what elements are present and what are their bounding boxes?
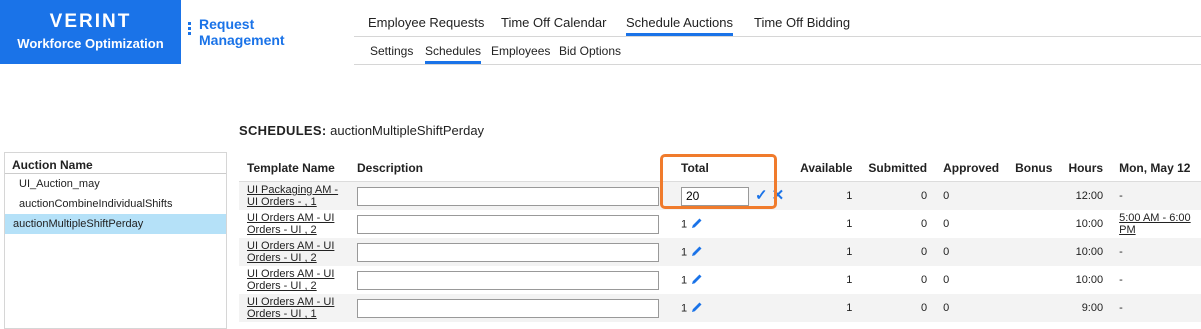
- subtab-bid-options[interactable]: Bid Options: [559, 44, 621, 58]
- mon-cell: -: [1111, 294, 1201, 322]
- col-bonus: Bonus: [1007, 155, 1061, 182]
- table-row: UI Orders AM - UI Orders - UI , 1 1 1 0 …: [239, 294, 1201, 322]
- mon-cell[interactable]: 5:00 AM - 6:00 PM: [1111, 210, 1201, 238]
- col-template-name: Template Name: [239, 155, 349, 182]
- pencil-icon[interactable]: [691, 245, 703, 260]
- col-hours: Hours: [1060, 155, 1112, 182]
- available-cell: 1: [792, 294, 861, 322]
- auction-list: Auction Name UI_Auction_may auctionCombi…: [4, 152, 227, 329]
- template-name-link[interactable]: UI Orders AM - UI Orders - UI , 2: [247, 268, 341, 292]
- col-submitted: Submitted: [860, 155, 936, 182]
- approved-cell: 0: [935, 294, 1008, 322]
- pencil-icon[interactable]: [691, 301, 703, 316]
- approved-cell: 0: [943, 274, 950, 286]
- template-name-link[interactable]: UI Packaging AM - UI Orders - , 1: [247, 184, 341, 208]
- available-cell: 1: [792, 181, 861, 210]
- verint-logo: VERINT: [49, 11, 132, 32]
- subtab-employees[interactable]: Employees: [491, 44, 550, 58]
- menu-dots-icon[interactable]: [188, 22, 191, 37]
- shift-time-link[interactable]: 5:00 AM - 6:00 PM: [1119, 212, 1191, 236]
- hours-cell: 10:00: [1075, 274, 1104, 286]
- tab-time-off-calendar[interactable]: Time Off Calendar: [501, 15, 607, 30]
- bonus-cell: [1007, 294, 1061, 322]
- total-value: 1: [681, 245, 688, 258]
- template-name-link[interactable]: UI Orders AM - UI Orders - UI , 2: [247, 212, 341, 236]
- tab-employee-requests[interactable]: Employee Requests: [368, 15, 484, 30]
- mon-cell: -: [1111, 238, 1201, 266]
- total-value: 1: [681, 217, 688, 230]
- approved-cell: 0: [935, 181, 1008, 210]
- auction-list-header: Auction Name: [5, 153, 226, 174]
- subtab-settings[interactable]: Settings: [370, 44, 413, 58]
- table-row: UI Orders AM - UI Orders - UI , 2 1 1 0 …: [239, 210, 1201, 238]
- tab-time-off-bidding[interactable]: Time Off Bidding: [754, 15, 850, 30]
- module-title-line2: Management: [199, 32, 285, 48]
- description-input[interactable]: [357, 242, 659, 262]
- template-name-link[interactable]: UI Orders AM - UI Orders - UI , 1: [247, 296, 341, 320]
- brand-block: VERINT Workforce Optimization: [0, 0, 181, 64]
- approved-cell: 0: [935, 238, 1008, 266]
- available-cell: 1: [792, 238, 861, 266]
- description-input[interactable]: [357, 214, 659, 234]
- available-cell: 1: [846, 274, 853, 286]
- col-mon-may-12: Mon, May 12: [1111, 155, 1201, 182]
- bonus-cell: [1007, 238, 1061, 266]
- mon-cell: -: [1111, 181, 1201, 210]
- col-approved: Approved: [935, 155, 1008, 182]
- table-row: UI Orders AM - UI Orders - UI , 2 1 1 0 …: [239, 238, 1201, 266]
- total-value: 1: [681, 301, 688, 314]
- description-input[interactable]: [357, 186, 659, 206]
- col-available: Available: [792, 155, 861, 182]
- available-cell: 1: [846, 218, 853, 230]
- mon-cell: -: [1119, 274, 1123, 286]
- hours-cell: 12:00: [1060, 181, 1112, 210]
- col-description: Description: [349, 155, 667, 182]
- submitted-cell: 0: [860, 238, 936, 266]
- hours-cell: 10:00: [1075, 218, 1104, 230]
- module-title-line1: Request: [199, 16, 255, 32]
- page-title: SCHEDULES: auctionMultipleShiftPerday: [239, 123, 485, 138]
- module-title[interactable]: Request Management: [188, 16, 285, 48]
- hours-cell: 10:00: [1060, 238, 1112, 266]
- pencil-icon[interactable]: [691, 273, 703, 288]
- table-row: UI Orders AM - UI Orders - UI , 2 1 1 0 …: [239, 266, 1201, 294]
- submitted-cell: 0: [860, 181, 936, 210]
- submitted-cell: 0: [860, 294, 936, 322]
- hours-cell: 9:00: [1060, 294, 1112, 322]
- nav-divider: [354, 36, 1201, 37]
- total-column-highlight: [660, 154, 777, 209]
- description-input[interactable]: [357, 270, 659, 290]
- submitted-cell: 0: [920, 218, 928, 230]
- bonus-cell: [1007, 266, 1060, 294]
- total-value: 1: [681, 273, 688, 286]
- template-name-link[interactable]: UI Orders AM - UI Orders - UI , 2: [247, 240, 341, 264]
- bonus-cell: [1007, 181, 1061, 210]
- approved-cell: 0: [943, 218, 950, 230]
- subnav-divider: [354, 64, 1201, 65]
- list-item[interactable]: auctionCombineIndividualShifts: [5, 194, 226, 214]
- submitted-cell: 0: [920, 274, 928, 286]
- subtab-schedules[interactable]: Schedules: [425, 44, 482, 64]
- brand-subtitle: Workforce Optimization: [17, 36, 164, 51]
- tab-schedule-auctions[interactable]: Schedule Auctions: [626, 15, 733, 36]
- bonus-cell: [1007, 210, 1060, 238]
- description-input[interactable]: [357, 298, 659, 318]
- pencil-icon[interactable]: [691, 217, 703, 232]
- list-item-selected[interactable]: auctionMultipleShiftPerday: [5, 214, 226, 234]
- list-item[interactable]: UI_Auction_may: [5, 174, 226, 194]
